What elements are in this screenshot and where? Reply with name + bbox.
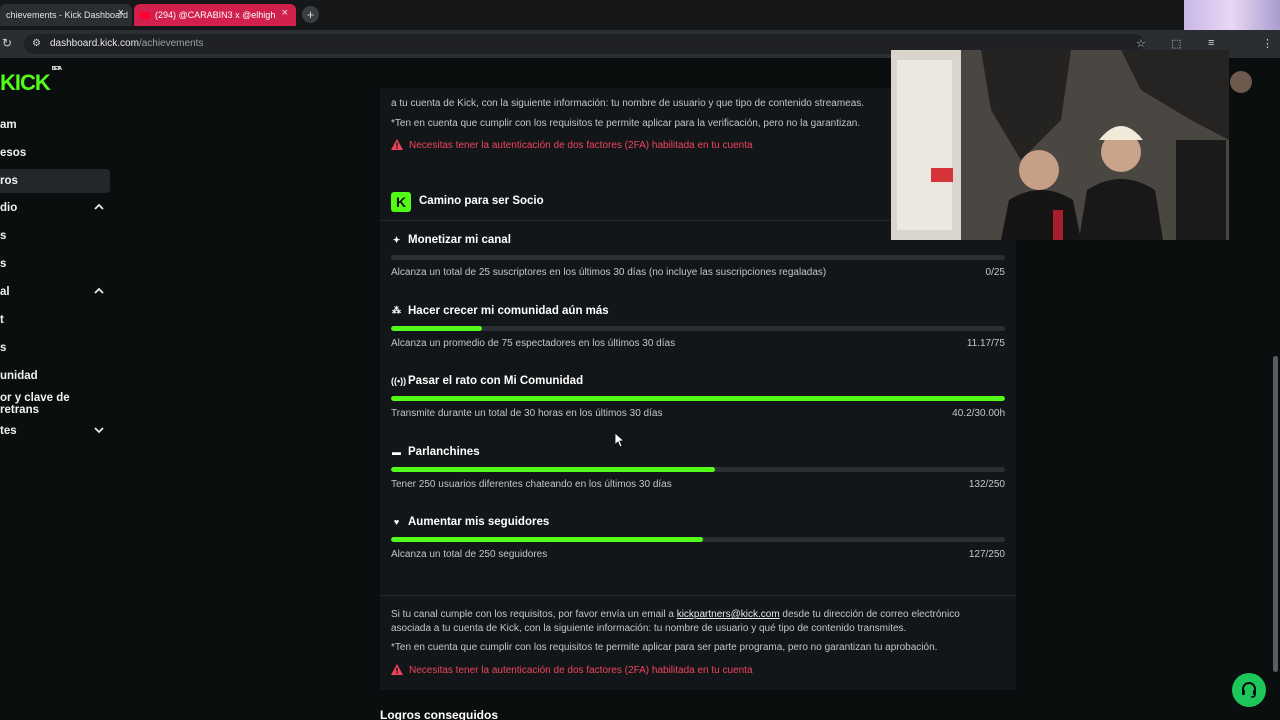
menu-icon[interactable]: ⋮ (1262, 37, 1273, 50)
tab-strip-thumbnail (1184, 0, 1280, 30)
chevron-up-icon[interactable] (92, 284, 106, 298)
achievement-icon: ♥ (393, 517, 400, 527)
sidebar-item-label: ros (0, 175, 18, 187)
avatar[interactable] (1230, 71, 1252, 93)
sidebar-item-label: dio (0, 202, 18, 214)
sidebar-item-label: s (0, 258, 7, 270)
sidebar-item-label: s (0, 230, 7, 242)
achievement-progress-value: 11.17/75 (966, 337, 1005, 349)
sidebar-item-label: am (0, 119, 17, 131)
sidebar-item[interactable]: unidad (0, 364, 110, 388)
divider (380, 595, 1016, 596)
webcam-image (891, 50, 1229, 240)
achievement-icon: ((•)) (391, 376, 407, 386)
kick-k-icon: K (391, 192, 411, 212)
progress-bar (391, 537, 1005, 542)
scrollbar[interactable] (1273, 356, 1278, 672)
achievement-icon: ▬ (392, 446, 401, 457)
progress-fill (391, 325, 483, 331)
achievement-description: Transmite durante un total de 30 horas e… (391, 408, 663, 419)
browser-tab-bar: chievements - Kick Dashboard × (294) @CA… (0, 0, 1280, 30)
reload-icon[interactable]: ↻ (2, 36, 12, 50)
sidebar-item-label: tes (0, 425, 17, 437)
progress-bar (391, 396, 1005, 401)
sidebar-item-label: al (0, 286, 10, 298)
warning-icon (391, 664, 403, 675)
sidebar-item-label: esos (0, 147, 27, 159)
progress-fill (391, 537, 703, 542)
partner-note-text: *Ten en cuenta que cumplir con los requi… (391, 642, 938, 653)
sidebar-group[interactable]: tes (0, 419, 110, 443)
2fa-warning: Necesitas tener la autenticación de dos … (409, 665, 753, 676)
partner-info-text: Si tu canal cumple con los requisitos, p… (391, 609, 960, 620)
partner-path-card: K Camino para ser Socio ✦ Monetizar mi ca… (380, 182, 1016, 690)
sidebar-item[interactable]: s (0, 336, 110, 360)
card-title: Camino para ser Socio (419, 195, 544, 207)
sidebar-item[interactable]: or y clave de retrans (0, 392, 110, 416)
sidebar-group[interactable]: al (0, 280, 110, 304)
achievement-description: Alcanza un total de 25 suscriptores en l… (391, 267, 827, 278)
achievement-description: Alcanza un promedio de 75 espectadores e… (391, 337, 676, 349)
screen: chievements - Kick Dashboard × (294) @CA… (0, 0, 1280, 720)
tab-title: chievements - Kick Dashboard (6, 10, 129, 20)
achievement-progress-value: 40.2/30.00h (952, 408, 1005, 419)
beta-badge: BETA (51, 65, 62, 72)
mouse-cursor (615, 433, 625, 447)
close-icon[interactable]: × (282, 7, 288, 19)
sidebar-group[interactable]: dio (0, 196, 110, 220)
achievement-description: Alcanza un total de 250 seguidores (391, 549, 548, 560)
achievement-title: ((•)) Pasar el rato con Mi Comunidad (391, 375, 584, 387)
progress-bar (391, 325, 1005, 331)
close-icon[interactable]: × (118, 7, 124, 19)
site-settings-icon[interactable]: ⚙ (32, 38, 43, 49)
sidebar-item[interactable]: am (0, 113, 110, 137)
sidebar-item-label: unidad (0, 370, 38, 382)
headset-icon (1242, 682, 1256, 698)
url-text: dashboard.kick.com/achievements (50, 38, 204, 49)
achievement-title: ♥ Aumentar mis seguidores (391, 516, 549, 528)
sidebar-item-label: or y clave de retrans (0, 392, 70, 416)
sidebar-item-active[interactable]: ros (0, 169, 110, 193)
achievement-description: Tener 250 usuarios diferentes chateando … (391, 478, 672, 490)
warning-icon (391, 139, 403, 150)
achievement-title: ⁂ Hacer crecer mi comunidad aún más (392, 304, 609, 317)
sidebar-item[interactable]: esos (0, 141, 110, 165)
note-text: *Ten en cuenta que cumplir con los requi… (391, 118, 861, 129)
tab-title: (294) @CARABIN3 x @elhigh (155, 10, 276, 20)
webcam-overlay (891, 50, 1229, 240)
tab-kick-dashboard[interactable]: chievements - Kick Dashboard × (0, 4, 132, 26)
media-icon[interactable]: ≡ (1208, 37, 1214, 49)
achievement-icon: ✦ (392, 234, 401, 245)
achieved-section-title: Logros conseguidos (380, 708, 499, 720)
youtube-icon (140, 11, 150, 19)
achievement-progress-value: 132/250 (968, 478, 1005, 490)
achievement-progress-value: 127/250 (968, 549, 1005, 560)
2fa-warning: Necesitas tener la autenticación de dos … (409, 140, 753, 151)
sidebar-item-label: s (0, 342, 7, 354)
tab-youtube[interactable]: (294) @CARABIN3 x @elhigh × (134, 4, 296, 26)
new-tab-button[interactable]: + (302, 6, 319, 23)
sidebar-item[interactable]: t (0, 308, 110, 332)
achievement-icon: ⁂ (392, 305, 401, 315)
sidebar: KICKBETA am esos ros dio s s al t s unid… (0, 58, 120, 720)
support-chat-button[interactable] (1232, 673, 1266, 707)
progress-bar (391, 466, 1005, 472)
info-text: a tu cuenta de Kick, con la siguiente in… (391, 98, 865, 109)
kick-logo[interactable]: KICKBETA (0, 66, 62, 96)
progress-fill (391, 466, 716, 472)
achievement-progress-value: 0/25 (985, 267, 1005, 278)
achievement-title: ✦ Monetizar mi canal (392, 234, 511, 246)
partner-email-link[interactable]: kickpartners@kick.com (677, 609, 780, 620)
achievement-title: ▬ Parlanchines (392, 445, 480, 458)
extensions-icon[interactable]: ⬚ (1171, 37, 1181, 50)
chevron-down-icon[interactable] (92, 423, 106, 437)
sidebar-item-label: t (0, 314, 4, 326)
partner-info-text-2: asociada a tu cuenta de Kick, con la sig… (391, 623, 907, 634)
chevron-up-icon[interactable] (92, 200, 106, 214)
bookmark-star-icon[interactable]: ☆ (1136, 37, 1146, 50)
sidebar-item[interactable]: s (0, 224, 110, 248)
progress-fill (391, 396, 1005, 401)
sidebar-item[interactable]: s (0, 252, 110, 276)
progress-bar (391, 255, 1005, 260)
